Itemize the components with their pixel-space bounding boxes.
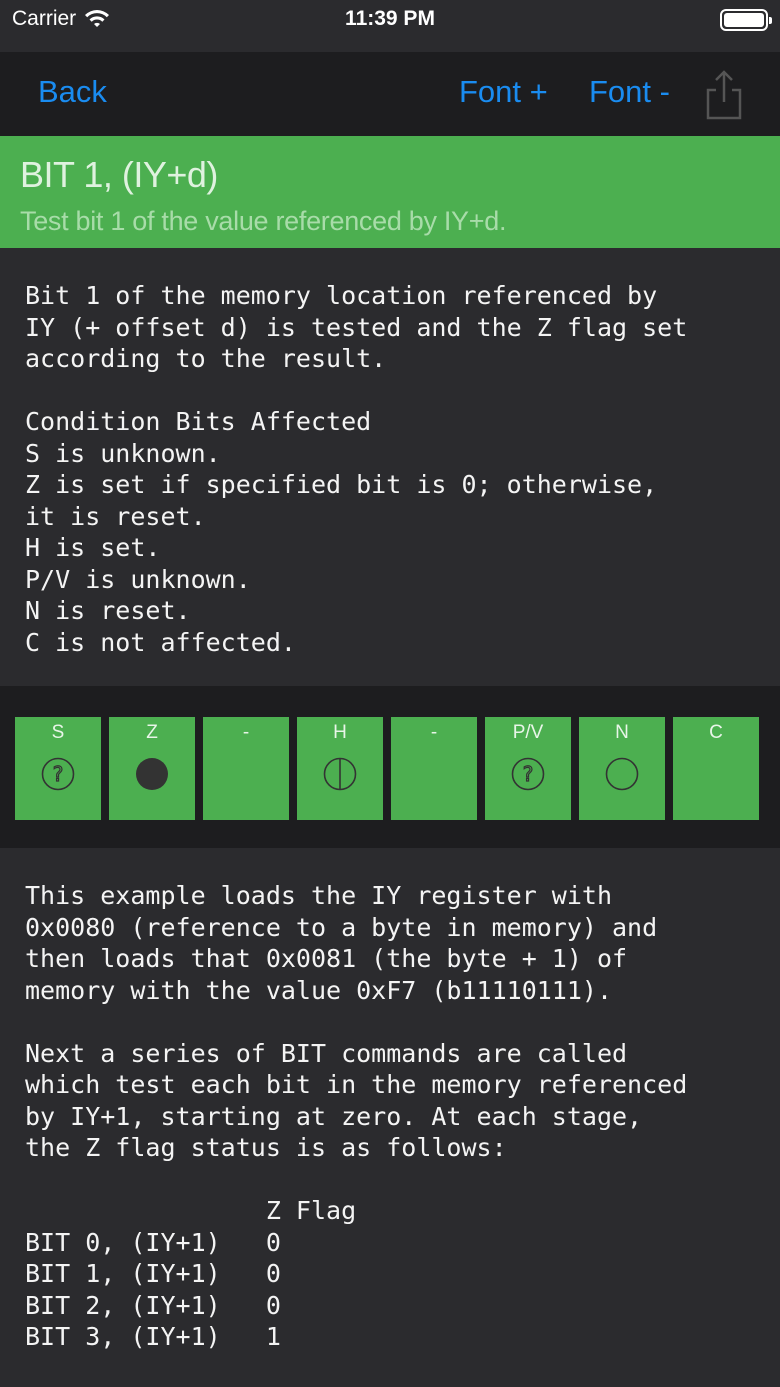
empty-circle-icon [605,757,639,791]
share-icon[interactable] [704,68,744,120]
question-circle-icon: ? [41,757,75,791]
flag-cell-n: N [579,717,665,820]
flag-cell-unused: - [203,717,289,820]
flag-cell-c: C [673,717,759,820]
instruction-subtitle: Test bit 1 of the value referenced by IY… [20,206,507,236]
instruction-description: Bit 1 of the memory location referenced … [25,281,688,657]
instruction-title: BIT 1, (IY+d) [20,154,218,195]
instruction-header: BIT 1, (IY+d) Test bit 1 of the value re… [0,136,780,248]
filled-circle-icon [136,758,168,790]
clock: 11:39 PM [345,7,435,30]
flag-label: P/V [512,722,544,743]
flag-label: H [333,722,347,743]
flag-cell-z: Z [109,717,195,820]
flag-cell-pv: P/V ? [485,717,571,820]
flag-cell-h: H [297,717,383,820]
back-button[interactable]: Back [38,74,107,110]
example-text: This example loads the IY register with … [25,881,688,1351]
flag-label: C [709,722,723,743]
battery-icon [720,9,772,31]
status-bar: Carrier 11:39 PM [0,0,780,52]
svg-text:?: ? [53,762,64,786]
font-decrease-button[interactable]: Font - [589,74,670,110]
flag-label: Z [146,722,158,743]
flag-cell-s: S ? [15,717,101,820]
navigation-bar: Back Font + Font - [0,52,780,136]
flag-label: - [242,722,250,743]
flags-panel: S ? Z - H - P/V ? N C [0,686,780,848]
split-circle-icon [323,757,357,791]
flags-row: S ? Z - H - P/V ? N C [15,717,759,820]
flag-label: - [430,722,438,743]
svg-text:?: ? [523,762,534,786]
flag-cell-unused: - [391,717,477,820]
font-increase-button[interactable]: Font + [459,74,548,110]
flag-label: N [615,722,629,743]
question-circle-icon: ? [511,757,545,791]
flag-label: S [51,722,65,743]
